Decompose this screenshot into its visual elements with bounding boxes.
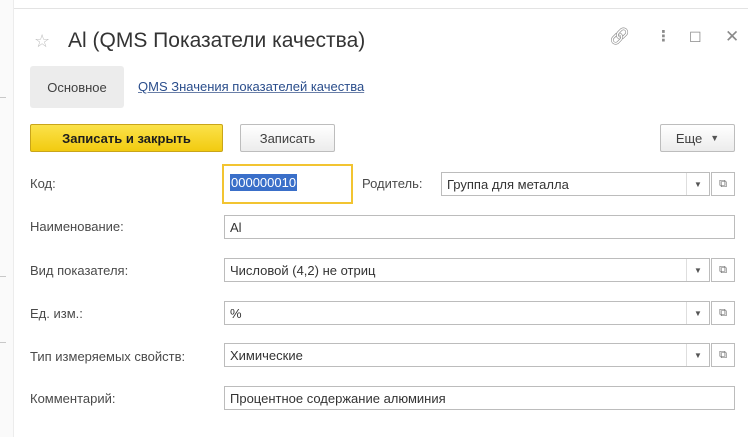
tab-main[interactable]: Основное: [30, 66, 124, 108]
save-button[interactable]: Записать: [240, 124, 335, 152]
unit-label: Ед. изм.:: [30, 306, 83, 321]
code-input[interactable]: 000000010: [222, 164, 353, 204]
parent-field[interactable]: Группа для металла ▼: [441, 172, 710, 196]
chevron-down-icon: ▼: [710, 133, 720, 143]
edge-mark: [0, 276, 6, 277]
open-form-icon[interactable]: ⧉: [711, 301, 735, 325]
comment-label: Комментарий:: [30, 391, 116, 406]
window-top-border: [14, 8, 748, 9]
open-form-icon[interactable]: ⧉: [711, 258, 735, 282]
parent-value: Группа для металла: [447, 176, 569, 192]
form-window: ☆ Al (QMS Показатели качества) 🔗︎ ⋮ ☐ ✕ …: [14, 0, 748, 437]
maximize-icon[interactable]: ☐: [689, 28, 702, 46]
parent-label: Родитель:: [362, 176, 423, 191]
property-type-field[interactable]: Химические ▼: [224, 343, 710, 367]
more-button-label: Еще: [675, 130, 703, 146]
comment-field[interactable]: Процентное содержание алюминия: [224, 386, 735, 410]
code-value-selected: 000000010: [230, 174, 298, 191]
favorite-star-icon[interactable]: ☆: [34, 32, 50, 50]
name-label: Наименование:: [30, 219, 124, 234]
indicator-type-value: Числовой (4,2) не отриц: [230, 262, 376, 278]
save-and-close-button[interactable]: Записать и закрыть: [30, 124, 223, 152]
link-icon[interactable]: 🔗︎: [609, 28, 631, 46]
open-form-icon[interactable]: ⧉: [711, 172, 735, 196]
property-type-label: Тип измеряемых свойств:: [30, 349, 186, 364]
indicator-type-field[interactable]: Числовой (4,2) не отриц ▼: [224, 258, 710, 282]
edge-mark: [0, 342, 6, 343]
dropdown-arrow-icon[interactable]: ▼: [686, 302, 709, 324]
tab-quality-values-link[interactable]: QMS Значения показателей качества: [138, 79, 364, 94]
name-value: Al: [230, 219, 242, 235]
dropdown-arrow-icon[interactable]: ▼: [686, 173, 709, 195]
name-field[interactable]: Al: [224, 215, 735, 239]
code-label: Код:: [30, 176, 56, 191]
unit-value: %: [230, 305, 242, 321]
more-vertical-icon[interactable]: ⋮: [656, 28, 671, 46]
unit-field[interactable]: % ▼: [224, 301, 710, 325]
indicator-type-label: Вид показателя:: [30, 263, 129, 278]
dropdown-arrow-icon[interactable]: ▼: [686, 259, 709, 281]
edge-mark: [0, 97, 6, 98]
comment-value: Процентное содержание алюминия: [230, 390, 446, 406]
window-title: Al (QMS Показатели качества): [68, 29, 366, 52]
property-type-value: Химические: [230, 347, 303, 363]
dropdown-arrow-icon[interactable]: ▼: [686, 344, 709, 366]
close-icon[interactable]: ✕: [725, 28, 739, 46]
open-form-icon[interactable]: ⧉: [711, 343, 735, 367]
more-button[interactable]: Еще ▼: [660, 124, 735, 152]
background-window-edge: [0, 0, 14, 437]
